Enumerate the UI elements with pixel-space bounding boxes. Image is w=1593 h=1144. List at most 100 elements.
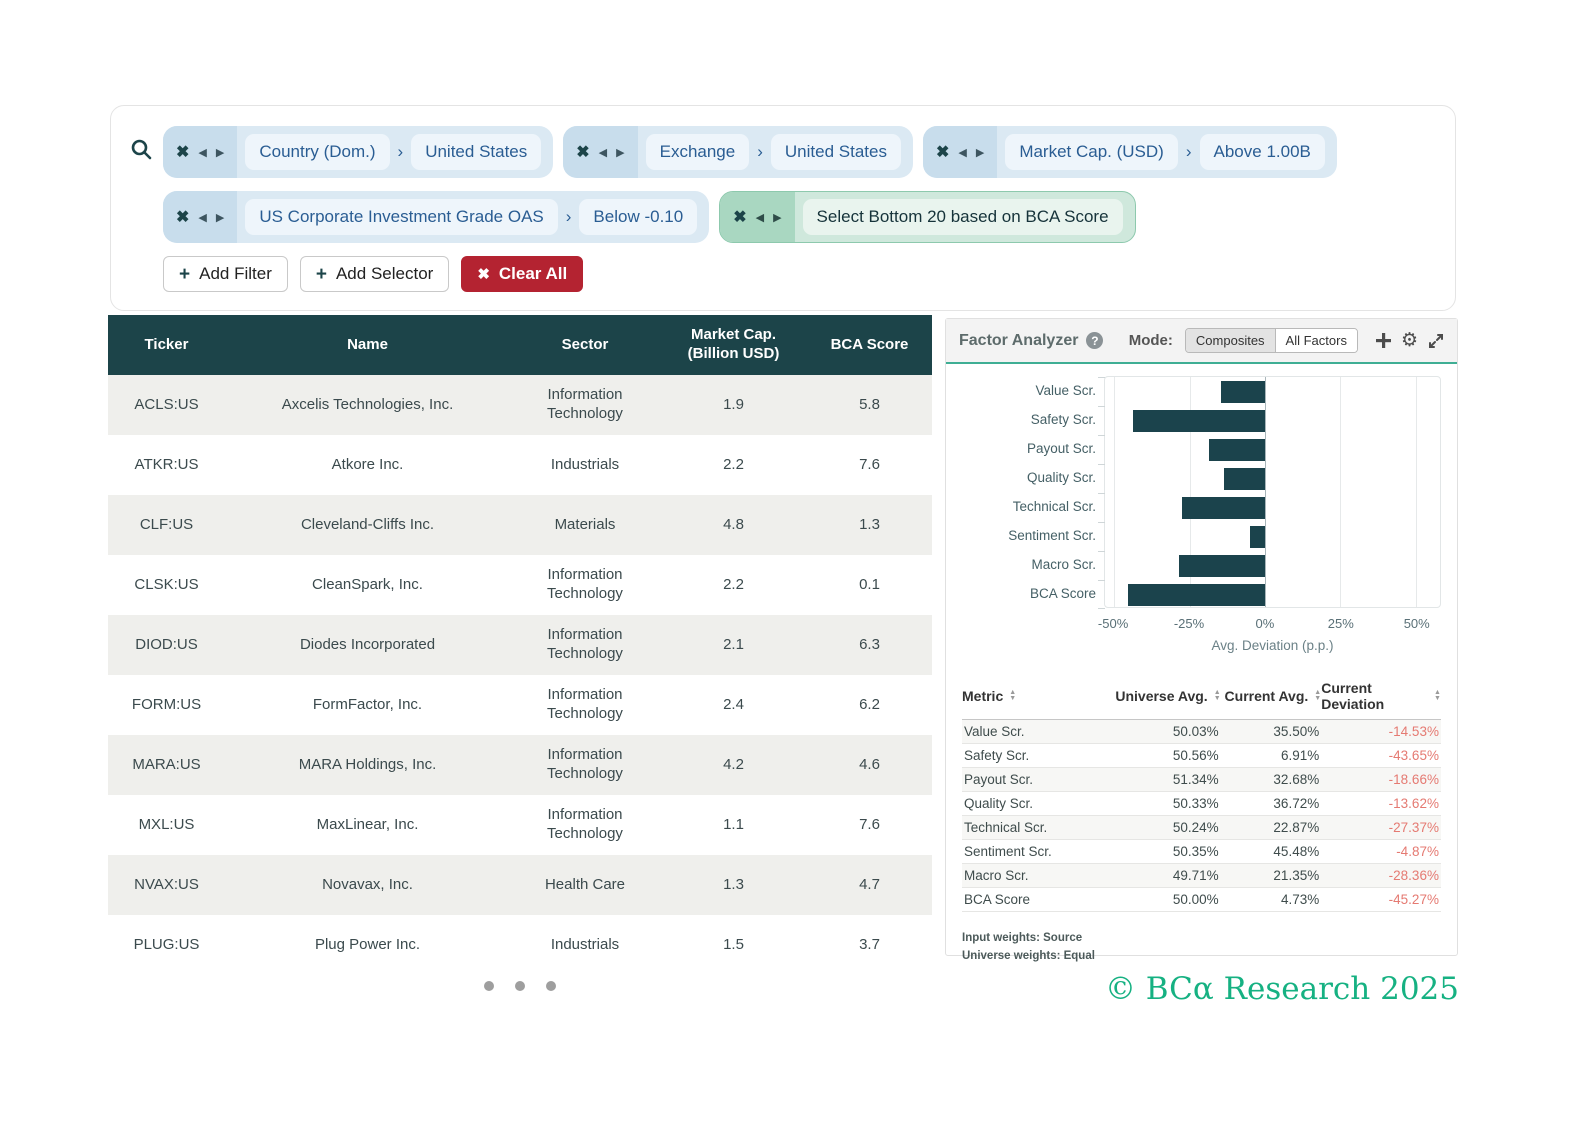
pagination-dot[interactable] xyxy=(546,981,556,991)
chip-controls: ✖ ◀ ▶ xyxy=(923,126,997,178)
table-row[interactable]: ACLS:USAxcelis Technologies, Inc.Informa… xyxy=(108,375,932,435)
table-row[interactable]: CLSK:USCleanSpark, Inc.Information Techn… xyxy=(108,555,932,615)
bca-score-cell: 5.8 xyxy=(807,375,932,435)
table-row[interactable]: MXL:USMaxLinear, Inc.Information Technol… xyxy=(108,795,932,855)
universe-avg-value: 50.35% xyxy=(1110,844,1220,859)
help-icon[interactable]: ? xyxy=(1086,332,1103,349)
clear-all-button[interactable]: ✖ Clear All xyxy=(461,256,583,292)
selector-text[interactable]: Select Bottom 20 based on BCA Score xyxy=(803,199,1123,235)
bca-score-cell: 7.6 xyxy=(807,795,932,855)
pagination-dots xyxy=(108,981,932,991)
column-title: BCA Score xyxy=(831,336,909,355)
table-row[interactable]: ATKR:USAtkore Inc.Industrials2.27.6 xyxy=(108,435,932,495)
name-cell: Cleveland-Cliffs Inc. xyxy=(225,495,510,555)
column-header: Ticker xyxy=(108,315,225,375)
chip-move-right-icon[interactable]: ▶ xyxy=(976,146,984,159)
metric-column-header[interactable]: Current Deviation▲▼ xyxy=(1321,680,1441,712)
table-row[interactable]: FORM:USFormFactor, Inc.Information Techn… xyxy=(108,675,932,735)
deviation-bar[interactable] xyxy=(1221,381,1265,403)
y-axis-tick xyxy=(1098,493,1105,494)
y-axis-tick xyxy=(1098,406,1105,407)
y-axis-tick xyxy=(1098,435,1105,436)
chip-move-right-icon[interactable]: ▶ xyxy=(616,146,624,159)
mode-option-composites[interactable]: Composites xyxy=(1186,329,1276,352)
chip-field[interactable]: Market Cap. (USD) xyxy=(1005,134,1178,170)
factor-chart-plot xyxy=(1104,376,1441,608)
pagination-dot[interactable] xyxy=(484,981,494,991)
table-row[interactable]: NVAX:USNovavax, Inc.Health Care1.34.7 xyxy=(108,855,932,915)
pagination-dot[interactable] xyxy=(515,981,525,991)
deviation-bar[interactable] xyxy=(1224,468,1265,490)
chip-move-right-icon[interactable]: ▶ xyxy=(773,211,781,224)
add-selector-button[interactable]: + Add Selector xyxy=(300,256,449,292)
chip-move-left-icon[interactable]: ◀ xyxy=(198,146,206,159)
remove-chip-icon[interactable]: ✖ xyxy=(176,142,189,162)
remove-chip-icon[interactable]: ✖ xyxy=(936,142,949,162)
remove-chip-icon[interactable]: ✖ xyxy=(576,142,589,162)
market-cap-cell: 2.2 xyxy=(660,555,807,615)
x-axis-label: Avg. Deviation (p.p.) xyxy=(1104,638,1441,653)
chip-separator-icon: › xyxy=(566,207,572,227)
chip-condition[interactable]: Above 1.00B xyxy=(1200,134,1325,170)
chip-move-left-icon[interactable]: ◀ xyxy=(756,211,764,224)
current-avg-value: 6.91% xyxy=(1221,748,1322,763)
name-cell: MARA Holdings, Inc. xyxy=(225,735,510,795)
sort-icon: ▲▼ xyxy=(1434,690,1441,702)
selector-chip: ✖ ◀ ▶ Select Bottom 20 based on BCA Score xyxy=(719,191,1135,243)
chip-condition[interactable]: Below -0.10 xyxy=(579,199,697,235)
metric-column-header[interactable]: Universe Avg.▲▼ xyxy=(1110,688,1220,704)
filter-chip: ✖ ◀ ▶ US Corporate Investment Grade OAS › Bel… xyxy=(163,191,709,243)
current-deviation-value: -27.37% xyxy=(1321,820,1441,835)
chip-move-right-icon[interactable]: ▶ xyxy=(216,146,224,159)
table-row[interactable]: PLUG:USPlug Power Inc.Industrials1.53.7 xyxy=(108,915,932,975)
sector-cell: Industrials xyxy=(510,915,660,975)
gear-icon[interactable]: ⚙ xyxy=(1401,331,1418,350)
deviation-bar[interactable] xyxy=(1209,439,1265,461)
deviation-bar[interactable] xyxy=(1133,410,1265,432)
chip-condition[interactable]: United States xyxy=(771,134,901,170)
bca-research-logo: © BCα Research 2025 xyxy=(1105,971,1459,1007)
input-weights-note: Input weights: Source xyxy=(962,930,1441,948)
mode-option-all-factors[interactable]: All Factors xyxy=(1276,329,1357,352)
expand-icon[interactable] xyxy=(1428,333,1444,349)
x-axis-tick-label: 50% xyxy=(1404,616,1430,631)
remove-chip-icon[interactable]: ✖ xyxy=(733,207,746,227)
deviation-bar[interactable] xyxy=(1128,584,1265,606)
market-cap-cell: 2.1 xyxy=(660,615,807,675)
table-row[interactable]: DIOD:USDiodes IncorporatedInformation Te… xyxy=(108,615,932,675)
deviation-bar[interactable] xyxy=(1179,555,1265,577)
add-chart-icon[interactable] xyxy=(1376,333,1391,348)
table-row[interactable]: MARA:USMARA Holdings, Inc.Information Te… xyxy=(108,735,932,795)
metric-column-header[interactable]: Metric▲▼ xyxy=(962,688,1110,704)
remove-chip-icon[interactable]: ✖ xyxy=(176,207,189,227)
table-row[interactable]: CLF:USCleveland-Cliffs Inc.Materials4.81… xyxy=(108,495,932,555)
gridline xyxy=(1340,377,1341,607)
chip-field[interactable]: US Corporate Investment Grade OAS xyxy=(245,199,557,235)
chip-move-left-icon[interactable]: ◀ xyxy=(599,146,607,159)
metric-column-header[interactable]: Current Avg.▲▼ xyxy=(1221,688,1322,704)
column-header: Name xyxy=(225,315,510,375)
x-axis-tick-label: 25% xyxy=(1328,616,1354,631)
panel-title: Factor Analyzer xyxy=(959,332,1078,350)
chip-move-left-icon[interactable]: ◀ xyxy=(958,146,966,159)
chip-condition[interactable]: United States xyxy=(411,134,541,170)
deviation-bar[interactable] xyxy=(1182,497,1265,519)
bar-category-label: BCA Score xyxy=(954,579,1096,608)
add-filter-button[interactable]: + Add Filter xyxy=(163,256,288,292)
chip-body: US Corporate Investment Grade OAS › Below … xyxy=(237,191,709,243)
filter-chip: ✖◀▶Market Cap. (USD)›Above 1.00B xyxy=(923,126,1337,178)
metric-name: BCA Score xyxy=(962,892,1110,907)
current-avg-value: 36.72% xyxy=(1221,796,1322,811)
factor-deviation-chart: -50%-25%0%25%50% Avg. Deviation (p.p.) V… xyxy=(954,376,1445,664)
universe-avg-value: 50.24% xyxy=(1110,820,1220,835)
chip-move-right-icon[interactable]: ▶ xyxy=(216,211,224,224)
deviation-bar[interactable] xyxy=(1250,526,1265,548)
chip-move-left-icon[interactable]: ◀ xyxy=(198,211,206,224)
current-avg-value: 45.48% xyxy=(1221,844,1322,859)
mode-toggle: CompositesAll Factors xyxy=(1185,328,1358,353)
chip-field[interactable]: Country (Dom.) xyxy=(245,134,389,170)
x-axis-ticks: -50%-25%0%25%50% xyxy=(1104,616,1441,634)
ticker-cell: FORM:US xyxy=(108,675,225,735)
chip-field[interactable]: Exchange xyxy=(646,134,750,170)
current-avg-value: 22.87% xyxy=(1221,820,1322,835)
